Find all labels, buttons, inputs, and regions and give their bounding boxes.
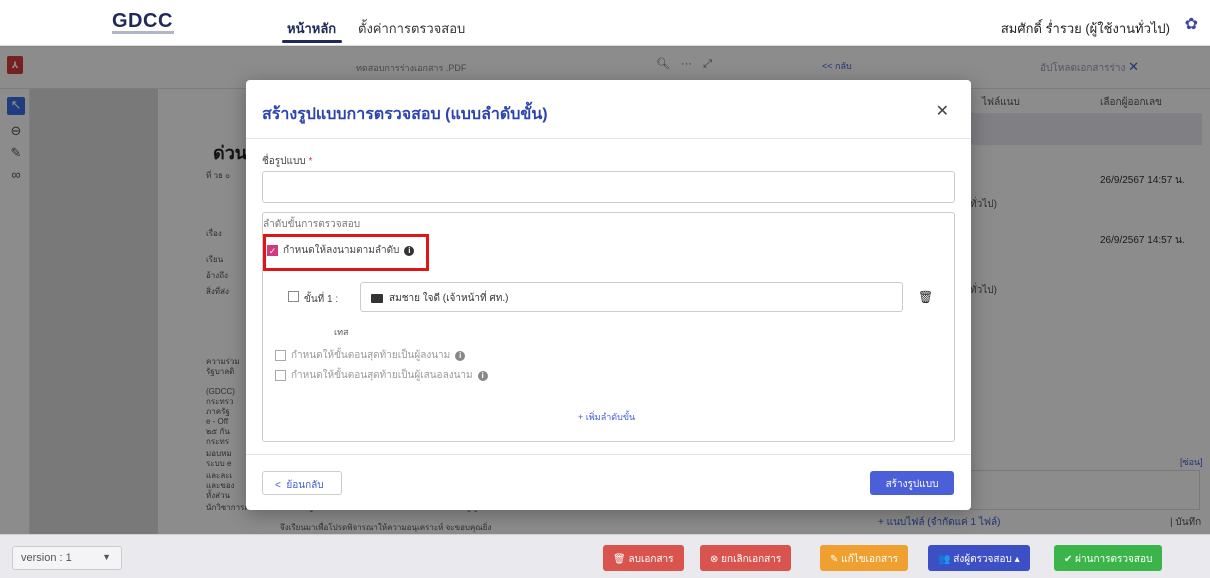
top-header: GDCC หน้าหลัก ตั้งค่าการตรวจสอบ สมศักดิ์… [0, 0, 1210, 46]
user-name[interactable]: สมศักดิ์ ร่ำรวย (ผู้ใช้งานทั่วไป) [1001, 18, 1170, 39]
divider [246, 454, 971, 455]
cancel-document-button[interactable]: ⊗ ยกเลิกเอกสาร [700, 545, 792, 571]
chevron-left-icon: < [275, 480, 281, 491]
last-step-signer-option[interactable]: กำหนดให้ขั้นตอนสุดท้ายเป็นผู้ลงนาม i [275, 348, 466, 363]
create-review-pattern-dialog: สร้างรูปแบบการตรวจสอบ (แบบลำดับขั้น) ✕ ช… [246, 80, 971, 510]
pattern-name-label: ชื่อรูปแบบ * [262, 156, 313, 167]
step-label: ขั้นที่ 1 : [304, 294, 339, 305]
edit-document-button[interactable]: ✎ แก้ไขเอกสาร [820, 545, 909, 571]
pattern-name-input[interactable] [262, 171, 955, 203]
last-step-proposer-option[interactable]: กำหนดให้ขั้นตอนสุดท้ายเป็นผู้เสนอลงนาม i [275, 368, 488, 383]
tab-home[interactable]: หน้าหลัก [287, 18, 336, 39]
highlight-annotation [263, 234, 429, 271]
info-icon[interactable]: i [477, 370, 488, 381]
chevron-down-icon: ▼ [102, 552, 111, 562]
step-assignee-select[interactable]: สมชาย ใจดี (เจ้าหน้าที่ ศท.) [360, 282, 903, 312]
checkbox-icon[interactable] [275, 350, 286, 361]
dialog-title: สร้างรูปแบบการตรวจสอบ (แบบลำดับขั้น) [262, 106, 548, 123]
logo-tagline [112, 31, 174, 34]
tab-review-settings[interactable]: ตั้งค่าการตรวจสอบ [358, 18, 465, 39]
gear-icon[interactable]: ✿ [1185, 14, 1198, 34]
last-step-signer-label: กำหนดให้ขั้นตอนสุดท้ายเป็นผู้ลงนาม [291, 350, 451, 361]
app-logo[interactable]: GDCC [112, 10, 173, 33]
create-pattern-button[interactable]: สร้างรูปแบบ [870, 471, 954, 495]
active-tab-indicator [282, 40, 342, 43]
last-step-proposer-label: กำหนดให้ขั้นตอนสุดท้ายเป็นผู้เสนอลงนาม [291, 370, 473, 381]
checkbox-icon[interactable] [275, 370, 286, 381]
version-select[interactable]: version : 1 ▼ [12, 546, 122, 570]
divider [246, 138, 971, 139]
delete-document-button[interactable]: 🗑 ลบเอกสาร [603, 545, 684, 571]
send-reviewer-button[interactable]: 👥 ส่งผู้ตรวจสอบ ▴ [928, 545, 1030, 571]
pass-review-button[interactable]: ✔ ผ่านการตรวจสอบ [1054, 545, 1163, 571]
add-step-link[interactable]: + เพิ่มลำดับขั้น [578, 410, 635, 424]
step-checkbox[interactable] [288, 291, 299, 302]
trash-icon[interactable]: 🗑 [918, 290, 933, 304]
step-note: เทส [334, 327, 349, 337]
bottom-action-bar: version : 1 ▼ 🗑 ลบเอกสาร ⊗ ยกเลิกเอกสาร … [0, 534, 1210, 578]
review-steps-legend: ลำดับขั้นการตรวจสอบ [263, 219, 361, 230]
back-button[interactable]: < ย้อนกลับ [262, 471, 342, 495]
id-card-icon [371, 293, 383, 303]
close-icon[interactable]: ✕ [936, 101, 949, 121]
info-icon[interactable]: i [455, 350, 466, 361]
